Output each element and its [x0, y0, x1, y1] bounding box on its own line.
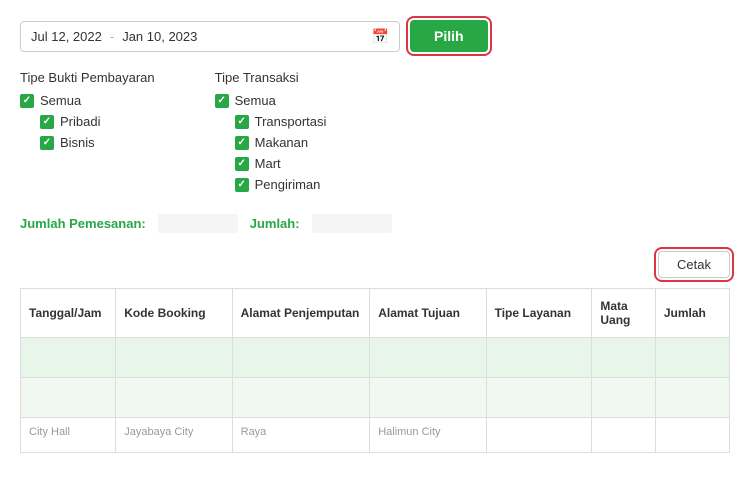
filters-row: Tipe Bukti Pembayaran Semua Pribadi Bisn… — [20, 70, 730, 192]
cell-amount-1 — [655, 338, 729, 378]
table-header-row: Tanggal/Jam Kode Booking Alamat Penjempu… — [21, 289, 730, 338]
date-range-input[interactable]: Jul 12, 2022 - Jan 10, 2023 📅 — [20, 21, 400, 52]
summary-row: Jumlah Pemesanan: Jumlah: — [20, 210, 730, 237]
transaction-mart-checkbox[interactable] — [235, 157, 249, 171]
table-row — [21, 378, 730, 418]
cell-service-2 — [486, 378, 592, 418]
end-date: Jan 10, 2023 — [122, 29, 197, 44]
cell-pickup-3: Raya — [232, 418, 370, 453]
start-date: Jul 12, 2022 — [31, 29, 102, 44]
transaction-transportasi-label: Transportasi — [255, 114, 327, 129]
cetak-row: Cetak — [20, 251, 730, 278]
transaction-pengiriman-label: Pengiriman — [255, 177, 321, 192]
cell-pickup-2 — [232, 378, 370, 418]
payment-semua-checkbox[interactable] — [20, 94, 34, 108]
order-label: Jumlah Pemesanan: — [20, 216, 146, 231]
col-header-date: Tanggal/Jam — [21, 289, 116, 338]
transaction-filter-pengiriman[interactable]: Pengiriman — [235, 177, 327, 192]
payment-filter-title: Tipe Bukti Pembayaran — [20, 70, 155, 85]
payment-semua-label: Semua — [40, 93, 81, 108]
transaction-pengiriman-checkbox[interactable] — [235, 178, 249, 192]
cell-date-3: City Hall — [21, 418, 116, 453]
table-row — [21, 338, 730, 378]
transaction-makanan-checkbox[interactable] — [235, 136, 249, 150]
payment-pribadi-label: Pribadi — [60, 114, 100, 129]
transaction-transportasi-checkbox[interactable] — [235, 115, 249, 129]
cell-date-1 — [21, 338, 116, 378]
date-separator: - — [110, 29, 114, 44]
cell-service-3 — [486, 418, 592, 453]
amount-value — [312, 214, 392, 233]
order-value — [158, 214, 238, 233]
table-row: City Hall Jayabaya City Raya Halimun Cit… — [21, 418, 730, 453]
col-header-currency: Mata Uang — [592, 289, 655, 338]
cell-currency-2 — [592, 378, 655, 418]
payment-filter-semua[interactable]: Semua — [20, 93, 155, 108]
cell-service-1 — [486, 338, 592, 378]
col-header-dest: Alamat Tujuan — [370, 289, 486, 338]
cell-pickup-1 — [232, 338, 370, 378]
cell-amount-2 — [655, 378, 729, 418]
amount-label: Jumlah: — [250, 216, 300, 231]
payment-filter-pribadi[interactable]: Pribadi — [40, 114, 155, 129]
transaction-mart-label: Mart — [255, 156, 281, 171]
cell-amount-3 — [655, 418, 729, 453]
transaction-semua-label: Semua — [235, 93, 276, 108]
payment-pribadi-checkbox[interactable] — [40, 115, 54, 129]
transaction-makanan-label: Makanan — [255, 135, 308, 150]
calendar-icon: 📅 — [372, 28, 389, 45]
cell-currency-3 — [592, 418, 655, 453]
pilih-button[interactable]: Pilih — [410, 20, 488, 52]
transaction-filter-group: Tipe Transaksi Semua Transportasi Makana… — [215, 70, 327, 192]
cell-date-2 — [21, 378, 116, 418]
cell-dest-3: Halimun City — [370, 418, 486, 453]
col-header-booking: Kode Booking — [116, 289, 232, 338]
transaction-filter-transportasi[interactable]: Transportasi — [235, 114, 327, 129]
transaction-semua-checkbox[interactable] — [215, 94, 229, 108]
transaction-filter-makanan[interactable]: Makanan — [235, 135, 327, 150]
col-header-amount: Jumlah — [655, 289, 729, 338]
cell-dest-2 — [370, 378, 486, 418]
transaction-filter-title: Tipe Transaksi — [215, 70, 327, 85]
transaction-filter-mart[interactable]: Mart — [235, 156, 327, 171]
cell-booking-3: Jayabaya City — [116, 418, 232, 453]
transaction-filter-semua[interactable]: Semua — [215, 93, 327, 108]
payment-filter-bisnis[interactable]: Bisnis — [40, 135, 155, 150]
cell-booking-1 — [116, 338, 232, 378]
payment-filter-group: Tipe Bukti Pembayaran Semua Pribadi Bisn… — [20, 70, 155, 192]
cell-dest-1 — [370, 338, 486, 378]
payment-bisnis-checkbox[interactable] — [40, 136, 54, 150]
col-header-pickup: Alamat Penjemputan — [232, 289, 370, 338]
cell-booking-2 — [116, 378, 232, 418]
col-header-service: Tipe Layanan — [486, 289, 592, 338]
date-range-row: Jul 12, 2022 - Jan 10, 2023 📅 Pilih — [20, 20, 730, 52]
data-table: Tanggal/Jam Kode Booking Alamat Penjempu… — [20, 288, 730, 453]
cell-currency-1 — [592, 338, 655, 378]
payment-bisnis-label: Bisnis — [60, 135, 95, 150]
cetak-button[interactable]: Cetak — [658, 251, 730, 278]
